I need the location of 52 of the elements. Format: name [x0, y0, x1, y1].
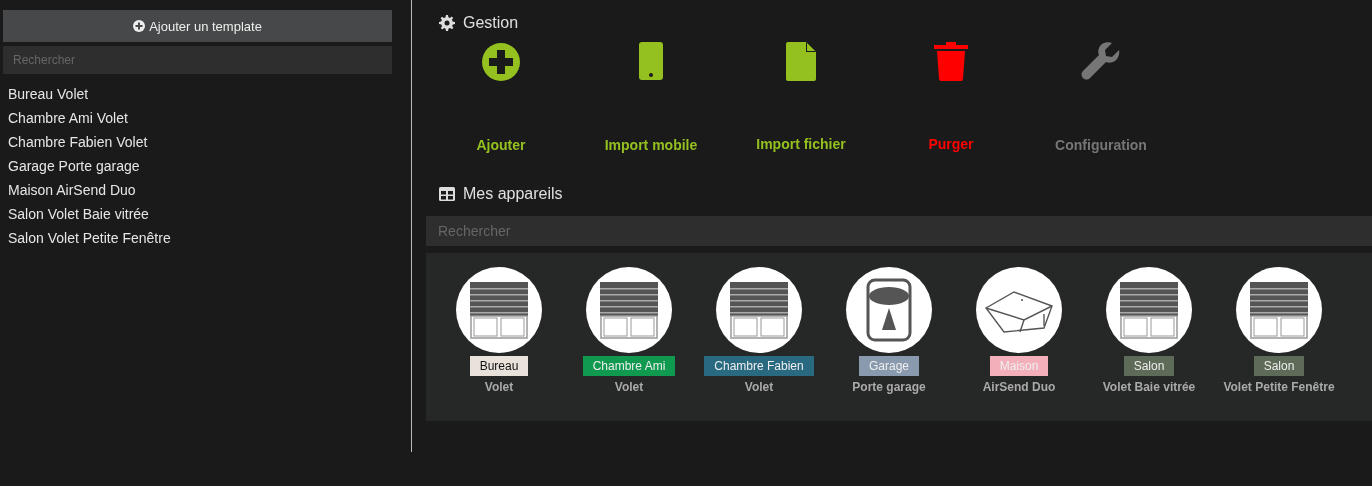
- search-field[interactable]: Rechercher: [426, 216, 1372, 246]
- plus-circle-icon: [133, 20, 146, 32]
- device-card[interactable]: Chambre Fabien Volet: [694, 267, 824, 421]
- room-tag: Chambre Ami: [582, 356, 676, 376]
- template-item[interactable]: Chambre Fabien Volet: [0, 130, 411, 154]
- action-link[interactable]: Import fichier: [756, 136, 846, 152]
- room-tag: Bureau: [469, 356, 529, 376]
- wrench-icon: [1081, 42, 1121, 82]
- section-title: Mes appareils: [463, 185, 563, 203]
- plus-circle-icon: [481, 42, 521, 82]
- shutter-window-icon: [730, 281, 788, 339]
- gear-icon: [439, 15, 455, 31]
- shutter-window-icon: [470, 281, 528, 339]
- action-link[interactable]: Ajouter: [476, 137, 526, 153]
- add-template-button[interactable]: Ajouter un template: [3, 10, 392, 42]
- device-name: AirSend Duo: [982, 380, 1056, 394]
- file-icon: [786, 42, 816, 81]
- device-name: Volet Petite Fenêtre: [1223, 380, 1335, 394]
- template-item[interactable]: Salon Volet Petite Fenêtre: [0, 226, 411, 250]
- device-card[interactable]: Salon Volet Baie vitrée: [1084, 267, 1214, 421]
- room-tag: Chambre Fabien: [704, 356, 814, 376]
- shutter-window-icon: [1250, 281, 1308, 339]
- phone-icon: [639, 42, 663, 82]
- device-card[interactable]: Bureau Volet: [434, 267, 564, 421]
- device-name: Volet: [744, 380, 774, 394]
- template-item[interactable]: Salon Volet Baie vitrée: [0, 202, 411, 226]
- trash-icon: [934, 42, 968, 81]
- room-tag: Salon: [1123, 356, 1175, 376]
- device-card[interactable]: Garage Porte garage: [824, 267, 954, 421]
- room-tag: Garage: [859, 356, 919, 376]
- search-field[interactable]: Rechercher: [3, 46, 392, 74]
- template-item[interactable]: Chambre Ami Volet: [0, 106, 411, 130]
- template-item[interactable]: Garage Porte garage: [0, 154, 411, 178]
- room-tag: Salon: [1253, 356, 1305, 376]
- remote-icon: [866, 278, 912, 342]
- action-link[interactable]: Import mobile: [604, 137, 698, 153]
- device-name: Porte garage: [852, 380, 926, 394]
- device-card[interactable]: Maison AirSend Duo: [954, 267, 1084, 421]
- device-card[interactable]: Chambre Ami Volet: [564, 267, 694, 421]
- action-link[interactable]: Configuration: [1055, 137, 1147, 153]
- action-link[interactable]: Purger: [928, 136, 974, 152]
- device-name: Volet: [484, 380, 514, 394]
- template-item[interactable]: Bureau Volet: [0, 82, 411, 106]
- template-item[interactable]: Maison AirSend Duo: [0, 178, 411, 202]
- section-title: Gestion: [463, 14, 519, 32]
- room-tag: Maison: [989, 356, 1049, 376]
- table-icon: [439, 187, 455, 201]
- shutter-window-icon: [1120, 281, 1178, 339]
- shutter-window-icon: [600, 281, 658, 339]
- device-name: Volet: [614, 380, 644, 394]
- device-card[interactable]: Salon Volet Petite Fenêtre: [1214, 267, 1344, 421]
- device-name: Volet Baie vitrée: [1102, 380, 1196, 394]
